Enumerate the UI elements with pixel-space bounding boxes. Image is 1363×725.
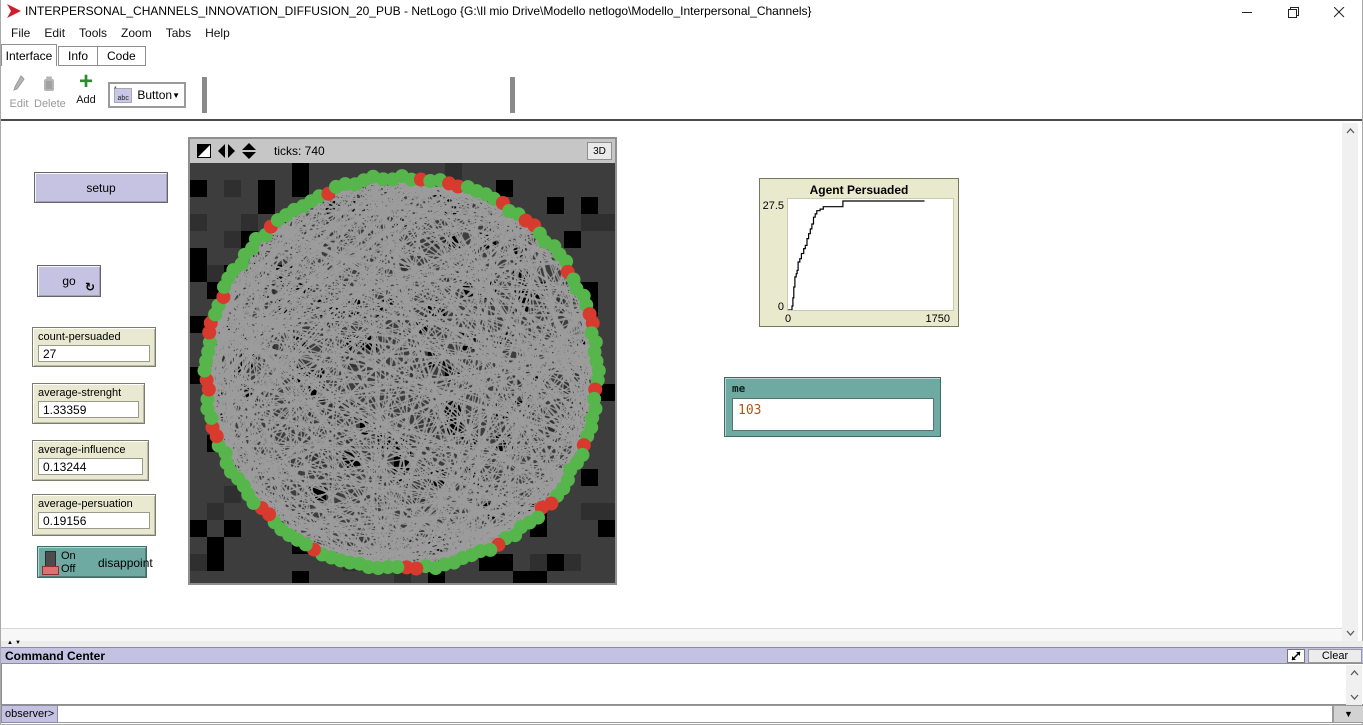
vertical-scrollbar[interactable] — [1342, 123, 1358, 641]
observer-prompt-label: observer> — [1, 705, 58, 723]
scroll-down-icon[interactable] — [1346, 689, 1362, 705]
plus-icon: + — [71, 72, 101, 92]
resize-horizontal-icon — [218, 144, 235, 158]
horizontal-scrollbar[interactable] — [1, 628, 1342, 641]
world-view — [190, 163, 615, 583]
monitor-value: 1.33359 — [38, 401, 139, 418]
menu-file[interactable]: File — [4, 23, 37, 43]
ticks-counter: ticks: 740 — [274, 144, 325, 158]
resize-corner-icon — [197, 144, 211, 158]
command-input[interactable] — [58, 705, 1333, 723]
divider-handle-icon[interactable]: ▲▼ — [7, 640, 23, 646]
add-widget-button[interactable]: + Add — [71, 72, 101, 106]
monitor-value: 0.19156 — [38, 512, 150, 529]
setup-button[interactable]: setup — [34, 172, 168, 203]
monitor-count-persuaded: count-persuaded 27 — [32, 327, 156, 367]
clear-button[interactable]: Clear — [1308, 649, 1362, 663]
resize-vertical-icon — [242, 143, 256, 159]
world-view-widget: ticks: 740 3D — [188, 137, 617, 585]
button-widget-icon: *abc — [114, 88, 132, 103]
y-axis-max-label: 27.5 — [760, 200, 784, 212]
plot-title: Agent Persuaded — [760, 183, 958, 197]
tab-info[interactable]: Info — [59, 47, 97, 65]
menu-tools[interactable]: Tools — [72, 23, 114, 43]
x-axis-max-label: 1750 — [926, 313, 950, 325]
delete-widget-button[interactable]: Delete — [34, 75, 64, 110]
toolbar-separator — [202, 77, 207, 113]
command-center-title: Command Center — [5, 649, 105, 663]
me-input-widget: me — [724, 377, 941, 437]
pencil-icon — [12, 75, 26, 93]
scroll-up-icon[interactable] — [1346, 665, 1362, 681]
menu-bar: File Edit Tools Zoom Tabs Help — [1, 22, 1362, 43]
switch-name: disappoint — [98, 556, 153, 570]
widget-type-dropdown[interactable]: *abc Button ▼ — [108, 82, 186, 108]
plot-agent-persuaded: Agent Persuaded 27.5 0 0 1750 — [759, 178, 959, 327]
me-input-field[interactable] — [733, 399, 933, 418]
monitor-value: 27 — [38, 345, 150, 362]
tab-code[interactable]: Code — [97, 47, 145, 65]
command-center-header: Command Center Clear — [1, 647, 1363, 663]
command-center-output[interactable] — [1, 663, 1363, 705]
netlogo-logo-icon — [6, 3, 22, 19]
menu-zoom[interactable]: Zoom — [114, 23, 159, 43]
dropdown-arrow-icon: ▼ — [172, 91, 180, 100]
edit-widget-button[interactable]: Edit — [5, 75, 33, 110]
monitor-value: 0.13244 — [38, 458, 143, 475]
close-button[interactable] — [1316, 0, 1362, 24]
toolbar-separator — [510, 77, 515, 113]
tab-bar: Interface Info Code — [1, 44, 1362, 66]
monitor-average-persuation: average-persuation 0.19156 — [32, 494, 156, 536]
titlebar: INTERPERSONAL_CHANNELS_INNOVATION_DIFFUS… — [1, 0, 1362, 22]
tab-interface[interactable]: Interface — [1, 44, 57, 66]
switch-knob-off[interactable] — [42, 566, 59, 575]
interface-canvas: setup go ↻ count-persuaded 27 average-st… — [1, 123, 1342, 626]
forever-icon: ↻ — [85, 280, 95, 294]
window-title: INTERPERSONAL_CHANNELS_INNOVATION_DIFFUS… — [25, 4, 812, 18]
dropdown-arrow-icon: ▼ — [1344, 709, 1353, 719]
scroll-up-icon[interactable] — [1342, 123, 1358, 139]
output-scrollbar[interactable] — [1346, 665, 1362, 705]
go-button[interactable]: go ↻ — [37, 265, 101, 297]
scroll-down-icon[interactable] — [1342, 625, 1358, 641]
x-axis-min-label: 0 — [785, 313, 791, 325]
netlogo-window: INTERPERSONAL_CHANNELS_INNOVATION_DIFFUS… — [0, 0, 1363, 725]
input-label: me — [732, 382, 745, 395]
trash-icon — [42, 75, 56, 93]
agent-type-dropdown[interactable]: ▼ — [1333, 705, 1363, 723]
menu-help[interactable]: Help — [198, 23, 237, 43]
maximize-button[interactable] — [1270, 0, 1316, 24]
observer-prompt-row: observer> ▼ — [1, 705, 1363, 723]
menu-tabs[interactable]: Tabs — [159, 23, 198, 43]
expand-command-center-button[interactable] — [1287, 649, 1305, 663]
switch-off-label: Off — [61, 563, 76, 576]
disappoint-switch[interactable]: On Off disappoint — [37, 546, 147, 578]
tab-group: Info Code — [58, 46, 146, 66]
menu-edit[interactable]: Edit — [37, 23, 72, 43]
monitor-average-influence: average-influence 0.13244 — [32, 440, 149, 481]
monitor-average-strenght: average-strenght 1.33359 — [32, 383, 145, 424]
view-3d-button[interactable]: 3D — [587, 142, 612, 160]
expand-icon — [1291, 651, 1301, 661]
minimize-button[interactable] — [1224, 0, 1270, 24]
switch-on-label: On — [61, 550, 76, 563]
world-view-header: ticks: 740 3D — [190, 139, 615, 163]
input-field-frame — [732, 398, 934, 431]
toolbar: Edit Delete + Add *abc Button ▼ normal s… — [1, 66, 1362, 121]
plot-area — [787, 198, 954, 311]
y-axis-min-label: 0 — [766, 301, 784, 313]
